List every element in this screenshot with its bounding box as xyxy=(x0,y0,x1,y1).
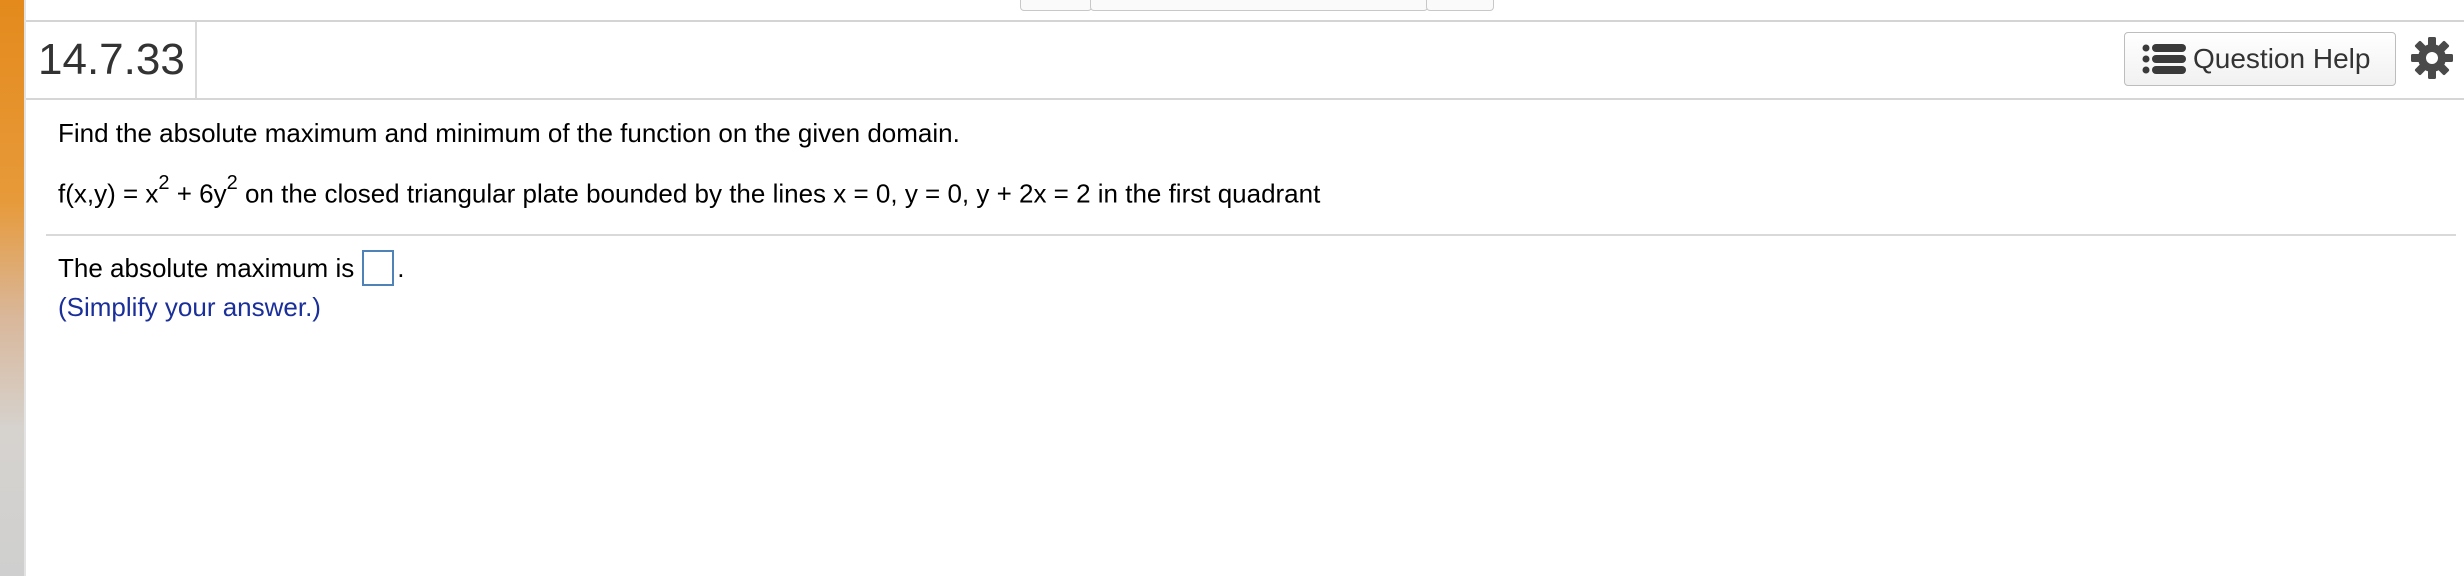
exponent-2: 2 xyxy=(226,172,238,194)
gear-icon[interactable] xyxy=(2410,36,2454,80)
question-header: 14.7.33 Question Help xyxy=(26,22,2464,100)
answer-row: The absolute maximum is . xyxy=(58,250,404,286)
function-mid: + 6y xyxy=(169,178,227,209)
left-accent-strip xyxy=(0,0,24,576)
function-suffix: on the closed triangular plate bounded b… xyxy=(237,178,1321,209)
answer-prompt: The absolute maximum is xyxy=(58,252,355,283)
answer-period: . xyxy=(397,252,405,283)
top-toolbar-remnant xyxy=(26,0,2464,22)
top-tab-right[interactable] xyxy=(1426,0,1494,11)
function-prefix: f(x,y) = x xyxy=(58,178,159,209)
answer-hint: (Simplify your answer.) xyxy=(58,292,321,322)
question-number: 14.7.33 xyxy=(38,22,197,98)
exponent-1: 2 xyxy=(158,172,170,194)
question-help-button[interactable]: Question Help xyxy=(2124,32,2396,86)
page: 14.7.33 Question Help Find the absolute … xyxy=(0,0,2464,576)
answer-input[interactable] xyxy=(362,250,395,286)
problem-instruction: Find the absolute maximum and minimum of… xyxy=(58,118,960,148)
function-statement: f(x,y) = x2 + 6y2 on the closed triangul… xyxy=(58,172,1321,210)
list-icon xyxy=(2142,44,2186,74)
section-divider xyxy=(46,234,2456,236)
top-tab-left[interactable] xyxy=(1020,0,1092,11)
top-tab-middle[interactable] xyxy=(1090,0,1428,11)
question-help-label: Question Help xyxy=(2193,43,2371,74)
